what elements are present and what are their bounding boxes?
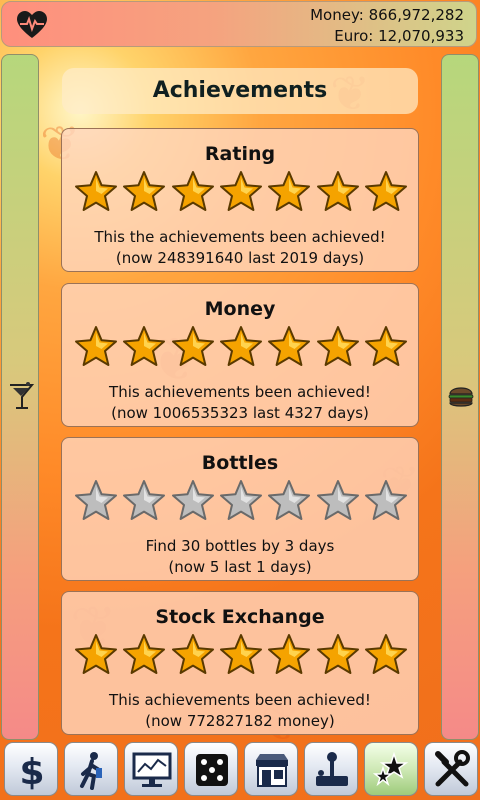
achievement-title: Stock Exchange	[155, 606, 325, 628]
star-filled-icon	[219, 326, 262, 366]
star-filled-icon	[171, 326, 214, 366]
achievement-status: Find 30 bottles by 3 days	[145, 537, 335, 555]
currency-display: Money: 866,972,282 Euro: 12,070,933	[310, 5, 464, 47]
achievement-description: This achievements been achieved! (now 10…	[62, 382, 418, 424]
star-filled-icon	[364, 171, 407, 211]
star-filled-icon	[75, 634, 117, 674]
achievement-status: This the achievements been achieved!	[94, 228, 386, 246]
dollar-button[interactable]: $	[4, 742, 58, 796]
burger-icon[interactable]	[448, 381, 474, 413]
star-filled-icon	[364, 634, 407, 674]
star-empty-icon	[364, 480, 407, 520]
star-filled-icon	[219, 634, 262, 674]
star-filled-icon	[316, 634, 359, 674]
achievement-progress: (now 1006535323 last 4327 days)	[111, 404, 369, 422]
left-side-panel[interactable]	[1, 54, 39, 740]
star-row	[74, 324, 408, 368]
star-row	[74, 632, 408, 676]
bottom-toolbar: $	[0, 742, 480, 800]
shop-button[interactable]	[244, 742, 298, 796]
page-title: Achievements	[152, 78, 328, 103]
joystick-button[interactable]	[304, 742, 358, 796]
achievement-title: Money	[204, 298, 276, 320]
tools-button[interactable]	[424, 742, 478, 796]
dice-button[interactable]	[184, 742, 238, 796]
joystick-icon	[316, 752, 348, 786]
achievement-card-bottles: Bottles Find 30 bottles by 3 days (now 5…	[61, 437, 419, 581]
tools-icon	[435, 750, 470, 787]
star-filled-icon	[171, 171, 214, 211]
achievement-title: Rating	[204, 143, 276, 165]
star-filled-icon	[123, 326, 166, 366]
star-empty-icon	[316, 480, 359, 520]
dollar-icon: $	[19, 752, 44, 792]
star-filled-icon	[364, 326, 407, 366]
achievement-description: Find 30 bottles by 3 days (now 5 last 1 …	[62, 536, 418, 578]
achievement-card-money: Money This achievements been achieved! (…	[61, 283, 419, 427]
achievement-status: This achievements been achieved!	[109, 383, 371, 401]
star-empty-icon	[219, 480, 262, 520]
star-filled-icon	[316, 171, 359, 211]
achievement-stars-icon	[372, 751, 409, 787]
status-bar: Money: 866,972,282 Euro: 12,070,933	[1, 1, 477, 47]
star-filled-icon	[219, 171, 262, 211]
star-filled-icon	[171, 634, 214, 674]
star-filled-icon	[268, 634, 311, 674]
star-filled-icon	[75, 171, 117, 211]
heart-pulse-icon[interactable]	[16, 10, 48, 40]
star-filled-icon	[75, 326, 117, 366]
walk-button[interactable]	[64, 742, 118, 796]
star-filled-icon	[268, 171, 311, 211]
stock-monitor-icon	[132, 752, 172, 787]
achievements-button[interactable]	[364, 742, 418, 796]
dice-icon	[196, 754, 228, 786]
star-filled-icon	[316, 326, 359, 366]
euro-amount: Euro: 12,070,933	[334, 27, 464, 45]
star-filled-icon	[123, 634, 166, 674]
star-empty-icon	[171, 480, 214, 520]
achievement-title: Bottles	[201, 452, 279, 474]
page-title-box: Achievements	[62, 68, 418, 114]
achievement-description: This achievements been achieved! (now 77…	[62, 690, 418, 732]
right-side-panel[interactable]	[441, 54, 479, 740]
achievement-progress: (now 248391640 last 2019 days)	[115, 249, 365, 267]
shop-icon	[256, 754, 288, 787]
star-empty-icon	[123, 480, 166, 520]
walking-man-icon	[80, 752, 102, 790]
star-row	[74, 169, 408, 213]
star-filled-icon	[123, 171, 166, 211]
achievement-progress: (now 5 last 1 days)	[168, 558, 312, 576]
achievement-card-rating: Rating This the achievements been achiev…	[61, 128, 419, 272]
achievement-status: This achievements been achieved!	[109, 691, 371, 709]
achievement-card-stock-exchange: Stock Exchange This achievements been ac…	[61, 591, 419, 735]
star-filled-icon	[268, 326, 311, 366]
star-row	[74, 478, 408, 522]
achievement-progress: (now 772827182 money)	[145, 712, 335, 730]
star-empty-icon	[268, 480, 311, 520]
star-empty-icon	[75, 480, 117, 520]
cocktail-glass-icon[interactable]	[8, 381, 35, 413]
stock-monitor-button[interactable]	[124, 742, 178, 796]
svg-text:$: $	[19, 752, 44, 792]
money-amount: Money: 866,972,282	[310, 6, 464, 24]
achievement-description: This the achievements been achieved! (no…	[62, 227, 418, 269]
